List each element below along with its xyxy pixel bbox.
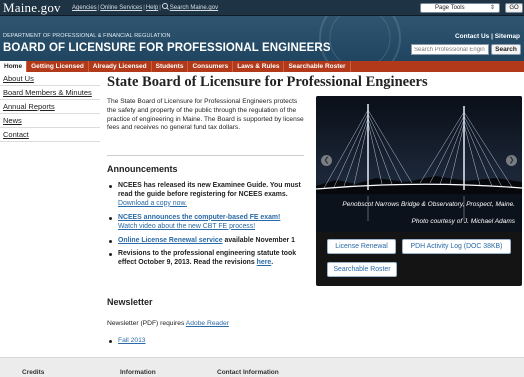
revisions-here-link[interactable]: here <box>257 259 272 266</box>
cbt-video-link[interactable]: Watch video about the new CBT FE process… <box>118 223 255 230</box>
footer-credits-heading: Credits <box>22 369 45 376</box>
list-item: NCEES has released its new Examinee Guid… <box>107 182 307 209</box>
announcements-heading: Announcements <box>107 164 178 174</box>
sidebar: About Us Board Members & Minutes Annual … <box>0 72 100 142</box>
license-renewal-link[interactable]: Online License Renewal service <box>118 237 223 244</box>
page-tools-select[interactable]: Page Tools ⇕ <box>420 3 500 13</box>
board-title[interactable]: BOARD OF LICENSURE FOR PROFESSIONAL ENGI… <box>3 42 331 54</box>
bridge-photo <box>316 96 522 232</box>
newsletter-text: Newsletter (PDF) requires Adobe Reader <box>107 320 229 327</box>
newsletter-requires-text: Newsletter (PDF) requires <box>107 320 185 327</box>
gov-links: Agencies|Online Services|Help| Search Mai… <box>72 0 218 16</box>
list-item: Revisions to the professional engineerin… <box>107 250 307 268</box>
fall-2013-link[interactable]: Fall 2013 <box>118 337 146 344</box>
intro-paragraph: The State Board of Licensure for Profess… <box>107 98 304 132</box>
download-guide-link[interactable]: Download a copy now. <box>118 200 187 207</box>
punctuation: . <box>271 259 274 267</box>
announcements-list: NCEES has released its new Examinee Guid… <box>107 182 307 273</box>
search-maine-link[interactable]: Search Maine.gov <box>170 5 218 11</box>
pdh-activity-log-button[interactable]: PDH Activity Log (DOC 38KB) <box>402 239 511 254</box>
separator: | <box>159 5 161 11</box>
tab-home[interactable]: Home <box>0 61 28 72</box>
contact-us-link[interactable]: Contact Us <box>455 33 489 40</box>
announcement-text: NCEES has released its new Examinee Guid… <box>118 182 301 198</box>
license-renewal-button[interactable]: License Renewal <box>327 239 396 254</box>
sidebar-item-news[interactable]: News <box>0 114 100 128</box>
list-item: Fall 2013 <box>107 337 146 344</box>
footer-contact-heading: Contact Information <box>217 369 279 376</box>
divider <box>107 155 304 156</box>
site-header: Department of Professional & Financial R… <box>0 16 524 61</box>
tab-getting-licensed[interactable]: Getting Licensed <box>27 61 89 72</box>
footer: Credits Information Contact Information <box>0 357 524 377</box>
seal-watermark-icon <box>319 16 401 61</box>
photo-credit: Photo courtesy of J. Michael Adams <box>411 218 515 225</box>
contact-links: Contact Us | Sitemap <box>455 33 520 40</box>
cbt-fe-exam-link[interactable]: NCEES announces the computer-based FE ex… <box>118 214 280 221</box>
tab-searchable-roster[interactable]: Searchable Roster <box>284 61 351 72</box>
search-button[interactable]: Search <box>491 44 521 55</box>
searchable-roster-button[interactable]: Searchable Roster <box>327 262 397 277</box>
department-name: Department of Professional & Financial R… <box>3 33 171 39</box>
chevron-left-icon[interactable]: ❮ <box>321 155 332 166</box>
maine-gov-logo[interactable]: Maine.gov <box>3 0 61 16</box>
photo-slideshow: ❮ ❯ Penobscot Narrows Bridge & Observato… <box>316 96 522 286</box>
chevron-down-icon: ⇕ <box>489 5 495 11</box>
search-input[interactable] <box>411 44 489 55</box>
main-nav-tabs: Home Getting Licensed Already Licensed S… <box>0 61 524 72</box>
help-link[interactable]: Help <box>146 5 158 11</box>
list-item: NCEES announces the computer-based FE ex… <box>107 214 307 232</box>
chevron-right-icon[interactable]: ❯ <box>506 155 517 166</box>
sidebar-item-about-us[interactable]: About Us <box>0 72 100 86</box>
search-icon <box>161 3 169 10</box>
sidebar-item-contact[interactable]: Contact <box>0 128 100 142</box>
sidebar-item-board-members[interactable]: Board Members & Minutes <box>0 86 100 100</box>
photo-caption: Penobscot Narrows Bridge & Observatory, … <box>342 201 515 208</box>
sitemap-link[interactable]: Sitemap <box>495 33 520 40</box>
footer-information-heading: Information <box>120 369 156 376</box>
tab-laws-rules[interactable]: Laws & Rules <box>233 61 285 72</box>
page-title: State Board of Licensure for Professiona… <box>107 74 428 90</box>
maine-gov-bar: Maine.gov Agencies|Online Services|Help|… <box>0 0 524 16</box>
go-button[interactable]: GO <box>505 3 523 13</box>
announcement-text: available November 1 <box>224 236 295 244</box>
website-window: Maine.gov Agencies|Online Services|Help|… <box>0 0 524 377</box>
tab-consumers[interactable]: Consumers <box>188 61 234 72</box>
list-item: Online License Renewal service available… <box>107 237 307 246</box>
tab-already-licensed[interactable]: Already Licensed <box>89 61 152 72</box>
adobe-reader-link[interactable]: Adobe Reader <box>186 320 229 327</box>
page-tools-label: Page Tools <box>435 5 465 11</box>
sidebar-item-annual-reports[interactable]: Annual Reports <box>0 100 100 114</box>
newsletter-list: Fall 2013 <box>107 337 146 344</box>
tab-students[interactable]: Students <box>152 61 189 72</box>
agencies-link[interactable]: Agencies <box>72 5 97 11</box>
newsletter-heading: Newsletter <box>107 297 153 307</box>
separator: | <box>143 5 145 11</box>
online-services-link[interactable]: Online Services <box>100 5 142 11</box>
